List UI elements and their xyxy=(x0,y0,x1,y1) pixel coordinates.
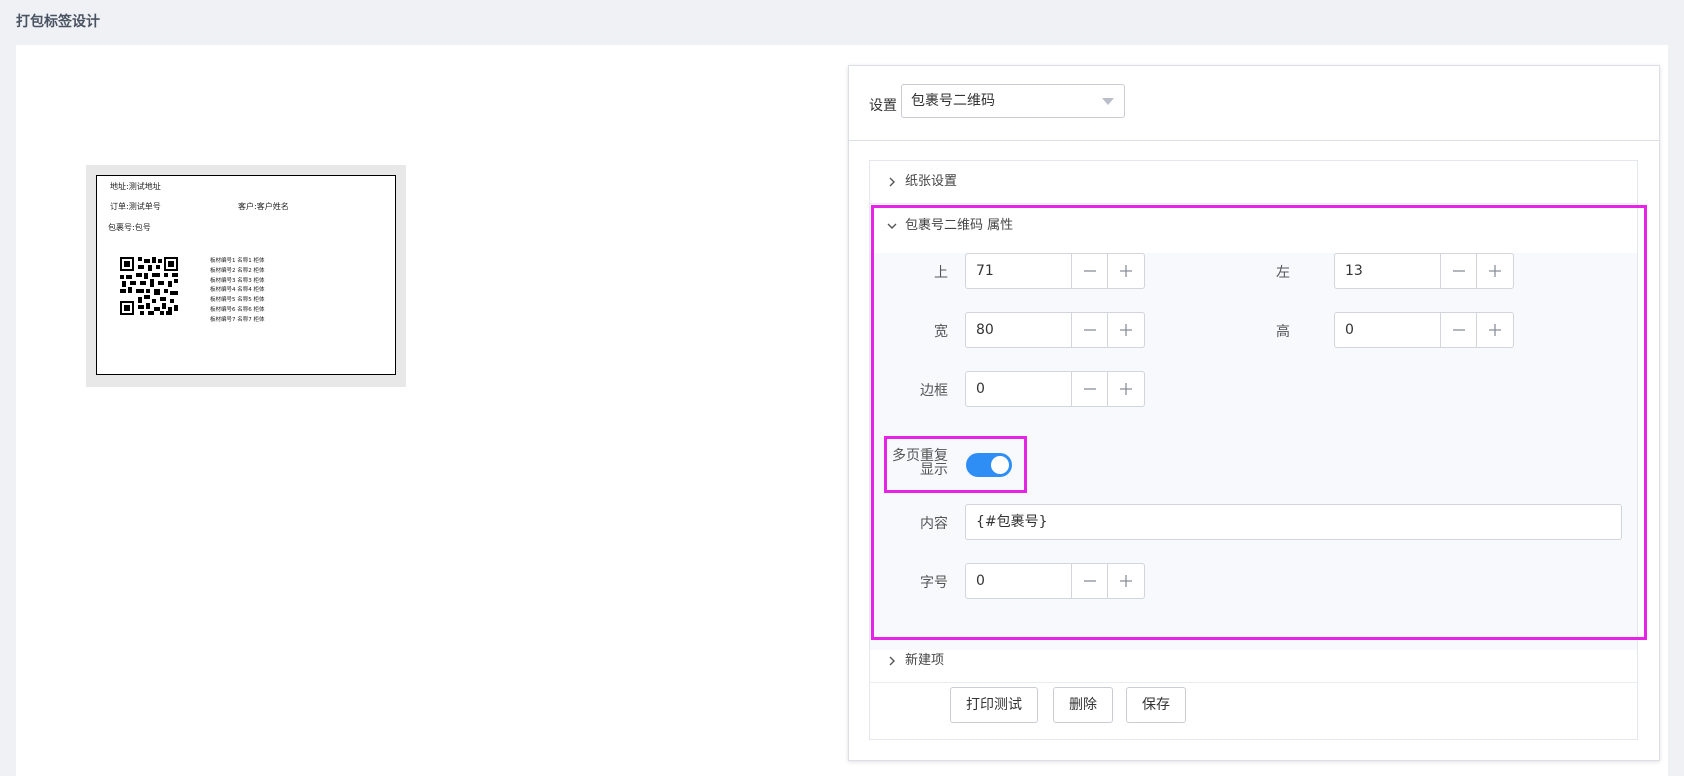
section-new-header[interactable]: 新建项 xyxy=(870,640,1637,683)
preview-item: 板材编号5 名称5 柜体 xyxy=(210,297,265,304)
preview-item: 板材编号1 名称1 柜体 xyxy=(210,258,265,264)
preview-item: 板材编号4 名称4 柜体 xyxy=(210,287,265,294)
delete-button[interactable]: 删除 xyxy=(1053,687,1113,723)
preview-order[interactable]: 订单:测试单号 xyxy=(110,201,161,212)
settings-collapse: 纸张设置 包裹号二维码 属性 上 71 左 13 宽 80 高 0 边框 0 多… xyxy=(869,160,1647,740)
chevron-right-icon xyxy=(889,177,895,187)
setting-label: 设置 xyxy=(869,98,897,114)
element-select[interactable]: 包裹号二维码 xyxy=(901,84,1125,118)
page-title: 打包标签设计 xyxy=(16,14,100,30)
preview-item-list[interactable]: 板材编号1 名称1 柜体 板材编号2 名称2 柜体 板材编号3 名称3 柜体 板… xyxy=(210,257,265,326)
element-select-value: 包裹号二维码 xyxy=(911,93,995,109)
preview-address[interactable]: 地址:测试地址 xyxy=(110,181,161,192)
label-preview: 地址:测试地址 订单:测试单号 客户:客户姓名 包裹号:包号 板材编号1 名称1… xyxy=(86,165,406,387)
preview-item: 板材编号2 名称2 柜体 xyxy=(210,267,265,274)
preview-item: 板材编号3 名称3 柜体 xyxy=(210,277,265,284)
save-button[interactable]: 保存 xyxy=(1126,687,1186,723)
settings-header: 设置 包裹号二维码 xyxy=(849,66,1659,141)
preview-item: 板材编号6 名称6 柜体 xyxy=(210,306,265,313)
dropdown-caret-icon xyxy=(1102,98,1114,105)
section-paper-title: 纸张设置 xyxy=(905,174,958,189)
props-highlight xyxy=(871,205,1647,640)
chevron-right-icon xyxy=(889,656,895,666)
qr-code[interactable] xyxy=(120,257,178,315)
label-paper: 地址:测试地址 订单:测试单号 客户:客户姓名 包裹号:包号 板材编号1 名称1… xyxy=(96,175,396,375)
section-new-title: 新建项 xyxy=(905,653,945,668)
settings-panel: 设置 包裹号二维码 纸张设置 包裹号二维码 属性 上 71 左 13 宽 80 … xyxy=(848,65,1660,761)
preview-customer[interactable]: 客户:客户姓名 xyxy=(238,201,289,212)
print-test-button[interactable]: 打印测试 xyxy=(950,687,1038,723)
section-paper-header[interactable]: 纸张设置 xyxy=(870,161,1637,204)
preview-package[interactable]: 包裹号:包号 xyxy=(108,222,151,233)
preview-item: 板材编号7 名称7 柜体 xyxy=(210,316,265,323)
